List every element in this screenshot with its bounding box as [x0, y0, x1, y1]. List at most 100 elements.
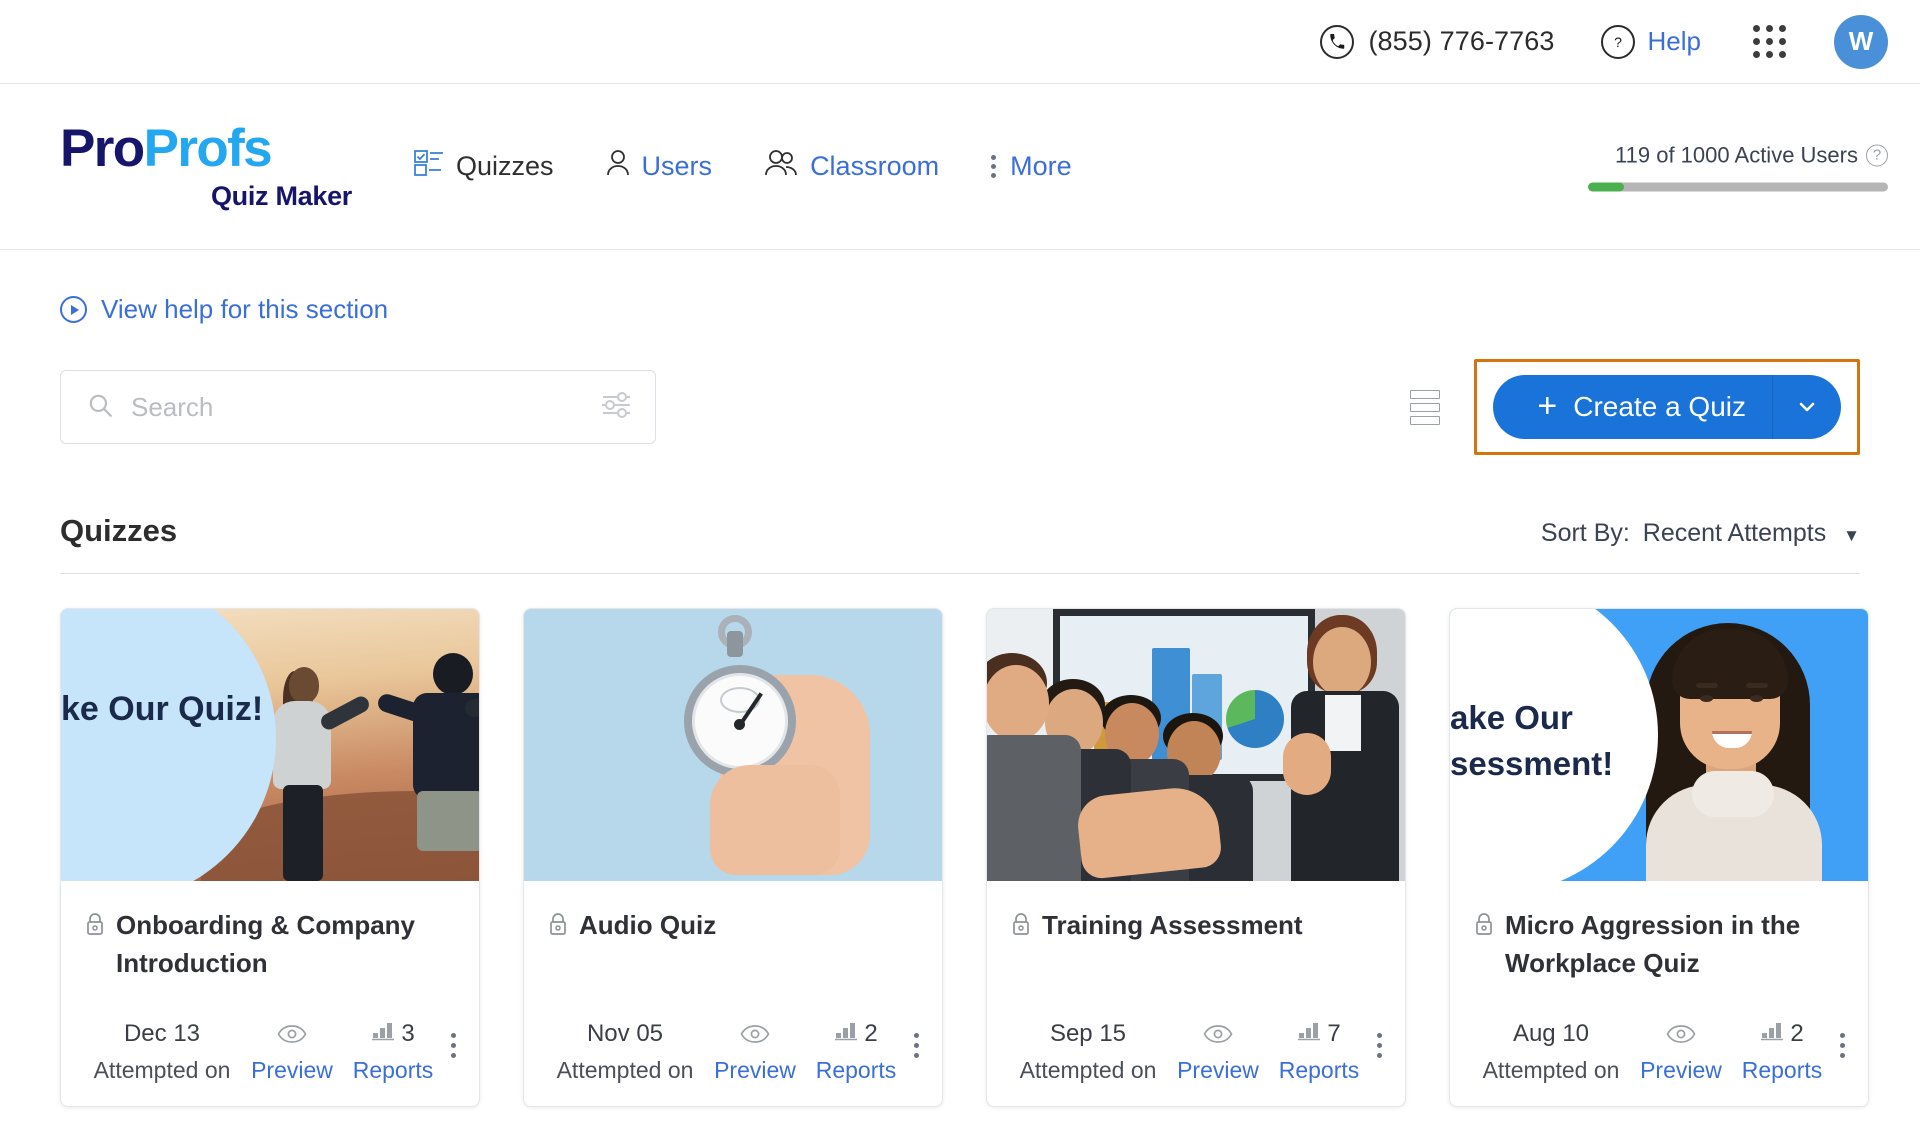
search-box[interactable] — [60, 370, 656, 444]
reports-label[interactable]: Reports — [353, 1057, 434, 1084]
thumb-person-blouse — [1325, 695, 1361, 751]
lock-icon — [1011, 912, 1031, 941]
nav-item-more[interactable]: More — [991, 151, 1072, 182]
nav-label-quizzes: Quizzes — [456, 151, 554, 181]
quiz-card[interactable]: Audio Quiz Nov 05 Attempted on Preview 2… — [523, 608, 943, 1107]
reports-action[interactable]: 2 Reports — [808, 1017, 904, 1084]
svg-text:?: ? — [1614, 35, 1622, 51]
reports-action[interactable]: 7 Reports — [1271, 1017, 1367, 1084]
preview-label[interactable]: Preview — [1177, 1057, 1259, 1084]
quiz-card-footer: Dec 13 Attempted on Preview 3 Reports — [61, 1017, 479, 1106]
reports-label[interactable]: Reports — [1742, 1057, 1823, 1084]
thumb-fingers — [710, 765, 840, 875]
quiz-card-menu-button[interactable] — [1367, 1027, 1392, 1084]
nav-items: Quizzes Users Classroom More — [414, 149, 1124, 184]
nav-item-classroom[interactable]: Classroom — [764, 149, 939, 184]
quiz-thumbnail[interactable] — [524, 609, 942, 881]
quiz-card-body: Audio Quiz — [524, 881, 942, 999]
preview-action[interactable]: Preview — [1165, 1017, 1271, 1084]
help-label: Help — [1647, 26, 1701, 56]
preview-label[interactable]: Preview — [1640, 1057, 1722, 1084]
view-help-link[interactable]: View help for this section — [60, 294, 388, 325]
thumb-person-brow — [1696, 683, 1718, 688]
toolbar-right: + Create a Quiz — [1410, 359, 1860, 455]
quiz-thumbnail[interactable] — [987, 609, 1405, 881]
quiz-card[interactable]: Training Assessment Sep 15 Attempted on — [986, 608, 1406, 1107]
search-icon — [87, 392, 113, 423]
preview-label[interactable]: Preview — [714, 1057, 796, 1084]
reports-count: 2 — [864, 1020, 878, 1047]
nav-item-quizzes[interactable]: Quizzes — [414, 149, 554, 184]
list-view-icon[interactable] — [1410, 389, 1441, 425]
nav-item-users[interactable]: Users — [606, 149, 713, 184]
top-utility-bar: (855) 776-7763 ? Help W — [0, 0, 1920, 84]
create-quiz-label: Create a Quiz — [1573, 391, 1746, 422]
proprofs-logo[interactable]: ProProfs Quiz Maker — [60, 122, 352, 212]
attempted-date: Aug 10 — [1512, 1020, 1590, 1047]
reports-count: 3 — [401, 1020, 415, 1047]
attempted-date: Nov 05 — [586, 1020, 664, 1047]
quiz-card[interactable]: ake Our sessment! Micro Aggression in th… — [1449, 608, 1869, 1107]
section-header: Quizzes Sort By: Recent Attempts ▼ — [60, 513, 1860, 574]
quiz-thumbnail[interactable]: ake Our sessment! — [1450, 609, 1868, 881]
quiz-card-grid: ke Our Quiz! Onboarding & Company Introd… — [60, 608, 1869, 1107]
quiz-title: Micro Aggression in the Workplace Quiz — [1505, 910, 1801, 978]
thumb-overlay-text: ke Our Quiz! — [61, 690, 264, 728]
phone-number-block[interactable]: (855) 776-7763 — [1320, 24, 1554, 59]
filter-sliders-icon[interactable] — [599, 388, 633, 427]
reports-action[interactable]: 2 Reports — [1734, 1017, 1830, 1084]
quiz-thumbnail[interactable]: ke Our Quiz! — [61, 609, 479, 881]
thumb-person-eye — [1750, 695, 1763, 702]
quiz-card-footer: Nov 05 Attempted on Preview 2 Reports — [524, 1017, 942, 1106]
thumb-stopwatch-crown — [727, 631, 743, 657]
phone-icon — [1320, 24, 1355, 59]
thumb-person-arm — [318, 693, 372, 733]
quiz-card-menu-button[interactable] — [1830, 1027, 1855, 1084]
search-input[interactable] — [131, 391, 599, 423]
create-quiz-button-group[interactable]: + Create a Quiz — [1493, 375, 1841, 439]
preview-action[interactable]: Preview — [1628, 1017, 1734, 1084]
sort-by-value: Recent Attempts — [1642, 519, 1827, 547]
quiz-card-menu-button[interactable] — [904, 1027, 929, 1084]
nav-label-users: Users — [641, 151, 713, 181]
create-quiz-button[interactable]: + Create a Quiz — [1493, 375, 1773, 439]
quiz-card-menu-button[interactable] — [441, 1027, 466, 1084]
logo-pro-text: Pro — [60, 118, 145, 178]
reports-action[interactable]: 3 Reports — [345, 1017, 441, 1084]
attempted-on-label: Attempted on — [1019, 1057, 1157, 1083]
avatar[interactable]: W — [1834, 14, 1888, 69]
main-navigation-bar: ProProfs Quiz Maker Quizzes Users Classr… — [0, 84, 1920, 250]
chevron-down-icon — [1799, 402, 1815, 412]
sort-by-dropdown[interactable]: Sort By: Recent Attempts ▼ — [1541, 519, 1860, 548]
create-quiz-dropdown-button[interactable] — [1773, 375, 1841, 439]
attempted-date: Dec 13 — [123, 1020, 201, 1047]
thumb-stopwatch-pivot — [734, 719, 745, 730]
eye-icon — [277, 1017, 307, 1051]
apps-grid-icon[interactable] — [1753, 25, 1786, 58]
reports-label[interactable]: Reports — [816, 1057, 897, 1084]
thumb-person-body — [987, 735, 1081, 881]
attempted-on-block: Nov 05 Attempted on — [548, 1017, 702, 1084]
thumb-overlay-text: ake Our sessment! — [1450, 699, 1614, 783]
quiz-card-body: Training Assessment — [987, 881, 1405, 999]
quiz-card-footer: Aug 10 Attempted on Preview 2 Reports — [1450, 1017, 1868, 1106]
preview-action[interactable]: Preview — [702, 1017, 808, 1084]
bar-chart-icon — [834, 1020, 860, 1048]
reports-count: 2 — [1790, 1020, 1804, 1047]
reports-label[interactable]: Reports — [1279, 1057, 1360, 1084]
lock-icon — [85, 912, 105, 941]
view-help-label: View help for this section — [101, 294, 389, 324]
nav-label-more: More — [1010, 151, 1072, 181]
thumb-person-body — [273, 701, 331, 789]
eye-icon — [1203, 1017, 1233, 1051]
attempted-on-label: Attempted on — [93, 1057, 231, 1083]
quiz-card[interactable]: ke Our Quiz! Onboarding & Company Introd… — [60, 608, 480, 1107]
preview-action[interactable]: Preview — [239, 1017, 345, 1084]
logo-subtitle: Quiz Maker — [210, 180, 352, 211]
question-circle-icon[interactable]: ? — [1866, 144, 1888, 166]
toolbar: + Create a Quiz — [60, 359, 1860, 455]
thumb-person-legs — [283, 785, 323, 881]
attempted-on-block: Aug 10 Attempted on — [1474, 1017, 1628, 1084]
help-button[interactable]: ? Help — [1600, 24, 1701, 59]
preview-label[interactable]: Preview — [251, 1057, 333, 1084]
